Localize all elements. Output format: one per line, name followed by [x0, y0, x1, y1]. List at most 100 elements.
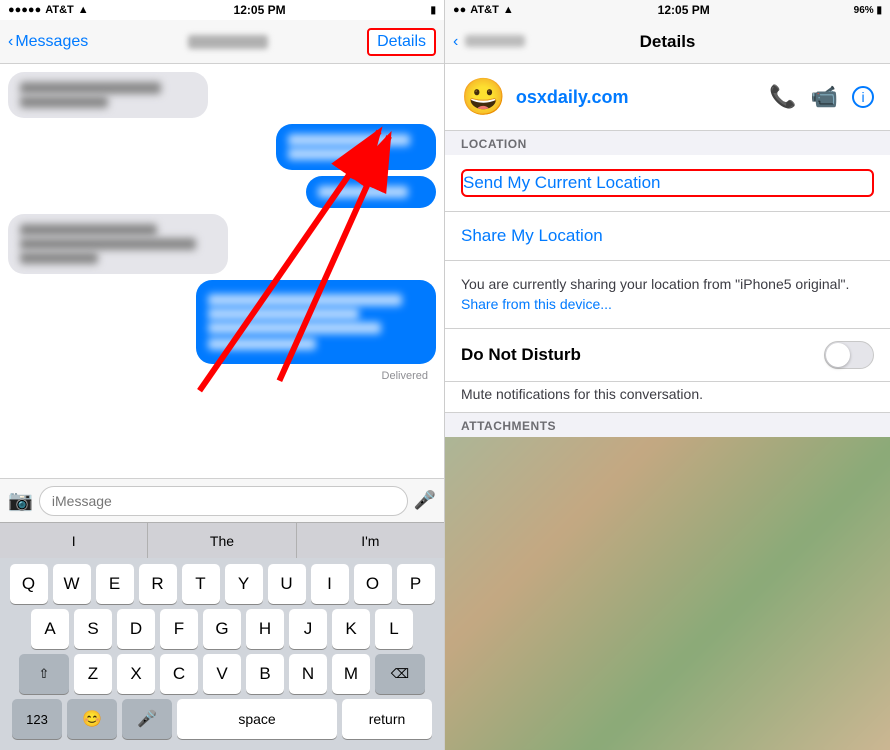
blurred-text [20, 96, 108, 108]
dnd-label: Do Not Disturb [461, 345, 581, 365]
key-j[interactable]: J [289, 609, 327, 649]
do-not-disturb-row: Do Not Disturb [445, 329, 890, 382]
mute-desc-text: Mute notifications for this conversation… [461, 386, 703, 402]
attachment-image-blurred [445, 437, 890, 750]
key-s[interactable]: S [74, 609, 112, 649]
autocomplete-item-i[interactable]: I [0, 523, 148, 558]
left-status-time: 12:05 PM [234, 3, 286, 17]
location-desc-item: You are currently sharing your location … [445, 261, 890, 329]
message-row [8, 72, 436, 118]
carrier-label: AT&T [45, 4, 74, 16]
sent-bubble [276, 124, 436, 170]
message-row [8, 176, 436, 208]
camera-icon[interactable]: 📷 [8, 488, 33, 513]
blurred-text [20, 238, 196, 250]
key-k[interactable]: K [332, 609, 370, 649]
right-status-bar: ●● AT&T ▲ 12:05 PM 96% ▮ [445, 0, 890, 20]
location-section-header: LOCATION [445, 131, 890, 155]
key-y[interactable]: Y [225, 564, 263, 604]
key-return[interactable]: return [342, 699, 432, 739]
details-nav-title: Details [640, 32, 696, 52]
keyboard-row-1: Q W E R T Y U I O P [4, 564, 440, 604]
right-status-right: 96% ▮ [854, 5, 882, 16]
battery-icon: ▮ [430, 5, 436, 16]
key-d[interactable]: D [117, 609, 155, 649]
key-mic[interactable]: 🎤 [122, 699, 172, 739]
contact-actions: 📞 📹 i [769, 84, 874, 110]
wifi-icon-right: ▲ [503, 4, 514, 16]
key-shift[interactable]: ⇧ [19, 654, 69, 694]
key-g[interactable]: G [203, 609, 241, 649]
messages-back-button[interactable]: ‹ Messages [8, 33, 88, 51]
key-space[interactable]: space [177, 699, 337, 739]
delivered-text: Delivered [8, 370, 436, 382]
contact-name[interactable]: osxdaily.com [516, 87, 759, 108]
key-v[interactable]: V [203, 654, 241, 694]
key-w[interactable]: W [53, 564, 91, 604]
key-numbers[interactable]: 123 [12, 699, 62, 739]
battery-percentage-right: 96% [854, 5, 874, 16]
message-input[interactable] [39, 486, 408, 516]
blurred-text [208, 322, 381, 334]
dnd-toggle[interactable] [824, 341, 874, 369]
blurred-text [208, 338, 316, 350]
blurred-text [288, 148, 370, 160]
toggle-knob [826, 343, 850, 367]
key-p[interactable]: P [397, 564, 435, 604]
key-q[interactable]: Q [10, 564, 48, 604]
key-h[interactable]: H [246, 609, 284, 649]
blurred-text [318, 186, 408, 198]
share-my-location-link[interactable]: Share My Location [461, 226, 603, 245]
key-n[interactable]: N [289, 654, 327, 694]
key-o[interactable]: O [354, 564, 392, 604]
key-x[interactable]: X [117, 654, 155, 694]
left-status-right: ▮ [430, 5, 436, 16]
keyboard-row-4: 123 😊 🎤 space return [4, 699, 440, 739]
send-location-item[interactable]: Send My Current Location [445, 155, 890, 212]
sent-bubble [196, 280, 436, 364]
video-icon[interactable]: 📹 [811, 84, 838, 110]
messages-area: Delivered [0, 64, 444, 478]
input-bar: 📷 🎤 [0, 478, 444, 522]
blurred-text [20, 82, 161, 94]
send-current-location-button[interactable]: Send My Current Location [461, 169, 874, 197]
key-e[interactable]: E [96, 564, 134, 604]
key-b[interactable]: B [246, 654, 284, 694]
phone-icon[interactable]: 📞 [769, 84, 796, 110]
blurred-text [208, 294, 402, 306]
key-c[interactable]: C [160, 654, 198, 694]
autocomplete-item-the[interactable]: The [148, 523, 296, 558]
key-f[interactable]: F [160, 609, 198, 649]
key-l[interactable]: L [375, 609, 413, 649]
mute-description: Mute notifications for this conversation… [445, 382, 890, 413]
key-r[interactable]: R [139, 564, 177, 604]
info-icon[interactable]: i [852, 86, 874, 108]
right-status-time: 12:05 PM [658, 3, 710, 17]
share-from-device-link[interactable]: Share from this device... [461, 296, 612, 312]
signal-dots: ●●●●● [8, 4, 41, 16]
key-a[interactable]: A [31, 609, 69, 649]
key-m[interactable]: M [332, 654, 370, 694]
details-button[interactable]: Details [367, 28, 436, 56]
share-location-item[interactable]: Share My Location [445, 212, 890, 261]
key-u[interactable]: U [268, 564, 306, 604]
received-bubble [8, 72, 208, 118]
chevron-left-icon: ‹ [8, 33, 13, 51]
left-status-bar: ●●●●● AT&T ▲ 12:05 PM ▮ [0, 0, 444, 20]
message-row [8, 124, 436, 170]
back-label[interactable]: Messages [15, 33, 88, 51]
conversation-title-blurred [188, 35, 268, 49]
key-i[interactable]: I [311, 564, 349, 604]
blurred-text [20, 224, 157, 236]
key-delete[interactable]: ⌫ [375, 654, 425, 694]
key-emoji[interactable]: 😊 [67, 699, 117, 739]
right-status-carrier: ●● AT&T ▲ [453, 4, 514, 16]
carrier-label-right: AT&T [470, 4, 499, 16]
details-back-button[interactable]: ‹ [453, 33, 525, 51]
blurred-text [288, 134, 410, 146]
blurred-text [208, 308, 359, 320]
key-t[interactable]: T [182, 564, 220, 604]
autocomplete-item-im[interactable]: I'm [297, 523, 444, 558]
microphone-icon[interactable]: 🎤 [414, 490, 436, 511]
key-z[interactable]: Z [74, 654, 112, 694]
